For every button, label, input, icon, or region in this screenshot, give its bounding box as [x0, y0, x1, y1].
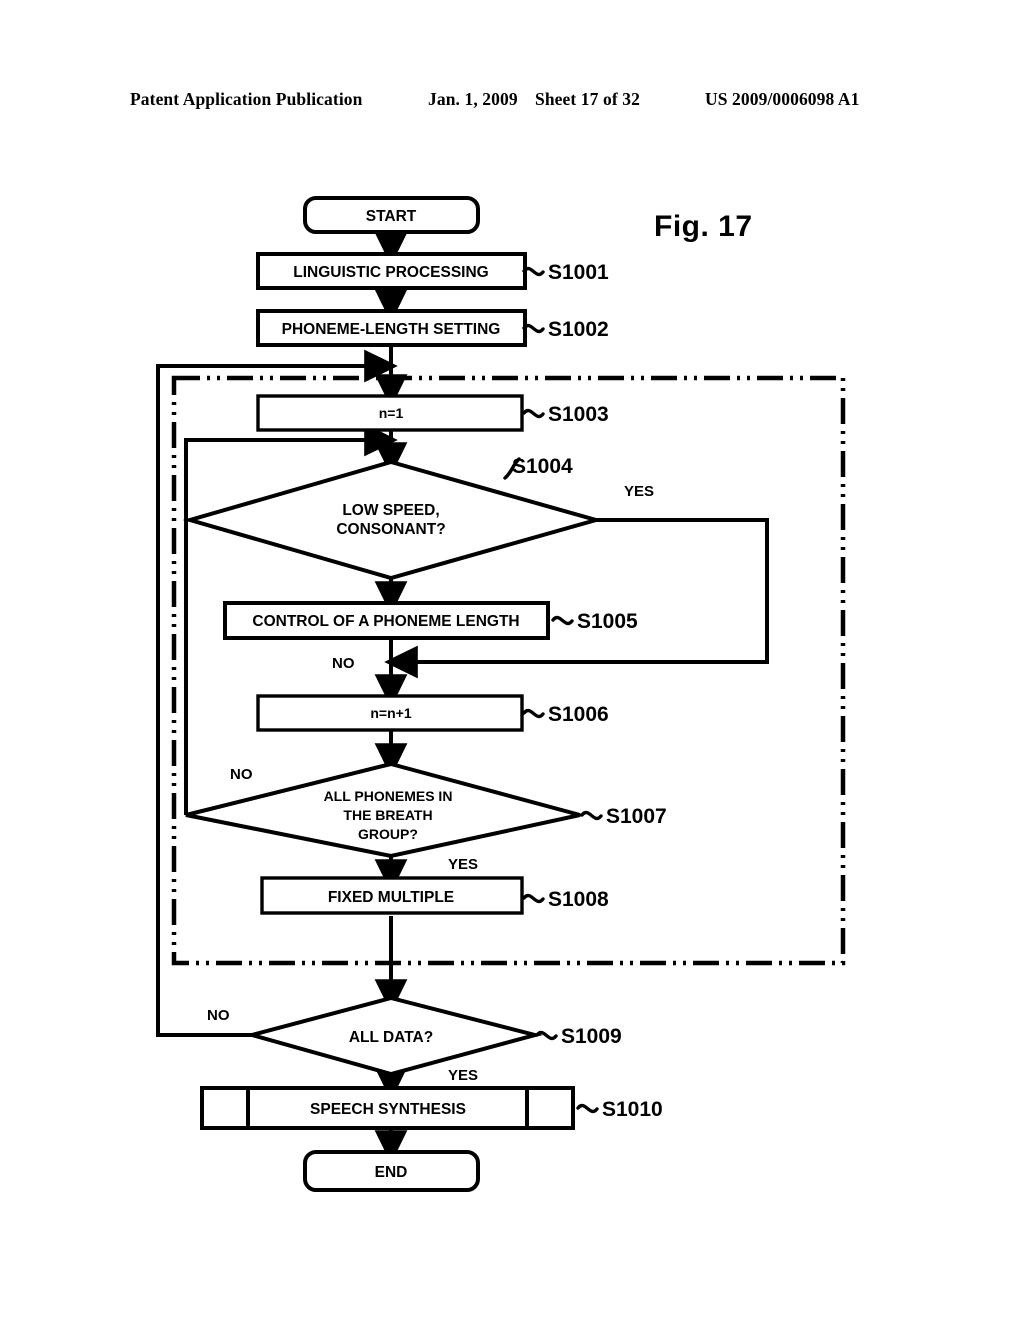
node-s1001-label: LINGUISTIC PROCESSING: [293, 264, 489, 281]
leader-s1007: [580, 810, 603, 821]
node-s1010: SPEECH SYNTHESIS: [200, 1086, 575, 1130]
node-s1010-label: SPEECH SYNTHESIS: [310, 1101, 466, 1118]
branch-label-s1009-yes: YES: [448, 1067, 478, 1084]
node-s1004: LOW SPEED, CONSONANT?: [182, 459, 604, 581]
step-label-s1003: S1003: [548, 403, 609, 426]
breath-group-region-border: [171, 375, 846, 966]
node-start-label: START: [366, 208, 417, 225]
node-s1003-label: n=1: [379, 405, 404, 421]
leader-s1010: [576, 1103, 599, 1114]
node-s1005-label: CONTROL OF A PHONEME LENGTH: [252, 613, 519, 630]
node-s1007-label-line2: THE BREATH: [343, 807, 432, 823]
node-s1008: FIXED MULTIPLE: [260, 876, 524, 915]
patent-drawing-page: Patent Application Publication Jan. 1, 2…: [0, 0, 1024, 1320]
leader-s1003: [522, 408, 545, 419]
step-label-s1001: S1001: [548, 261, 609, 284]
step-label-s1007: S1007: [606, 805, 667, 828]
node-s1004-label-line2: CONSONANT?: [336, 521, 445, 538]
branch-label-s1007-no: NO: [230, 766, 253, 783]
step-label-s1004: S1004: [512, 455, 573, 478]
step-label-s1006: S1006: [548, 703, 609, 726]
node-s1006-label: n=n+1: [370, 705, 411, 721]
node-s1002-label: PHONEME-LENGTH SETTING: [282, 321, 501, 338]
node-s1002: PHONEME-LENGTH SETTING: [256, 309, 527, 347]
node-s1007-label-line1: ALL PHONEMES IN: [324, 788, 453, 804]
branch-label-s1007-yes: YES: [448, 856, 478, 873]
node-start: START: [303, 196, 480, 234]
node-s1001: LINGUISTIC PROCESSING: [256, 252, 527, 290]
step-label-s1009: S1009: [561, 1025, 622, 1048]
node-s1003: n=1: [256, 394, 524, 432]
node-s1008-label: FIXED MULTIPLE: [328, 889, 454, 906]
leader-s1005: [551, 615, 574, 626]
step-label-s1002: S1002: [548, 318, 609, 341]
leader-s1006: [522, 708, 545, 719]
step-label-s1008: S1008: [548, 888, 609, 911]
branch-label-s1004-no: NO: [332, 655, 355, 672]
node-end: END: [303, 1150, 480, 1192]
flowchart-diagram: START LINGUISTIC PROCESSING S1001 PHONEM…: [156, 196, 846, 1192]
leader-s1008: [522, 893, 545, 904]
node-s1009: ALL DATA?: [244, 995, 543, 1077]
node-end-label: END: [375, 1164, 408, 1181]
branch-label-s1004-yes: YES: [624, 483, 654, 500]
branch-label-s1009-no: NO: [207, 1007, 230, 1024]
node-s1005: CONTROL OF A PHONEME LENGTH: [223, 601, 550, 640]
node-s1009-label: ALL DATA?: [349, 1029, 433, 1046]
step-label-s1010: S1010: [602, 1098, 663, 1121]
step-label-s1005: S1005: [577, 610, 638, 633]
node-s1006: n=n+1: [256, 694, 524, 732]
node-s1007-label-line3: GROUP?: [358, 826, 418, 842]
node-s1004-label-line1: LOW SPEED,: [342, 502, 439, 519]
